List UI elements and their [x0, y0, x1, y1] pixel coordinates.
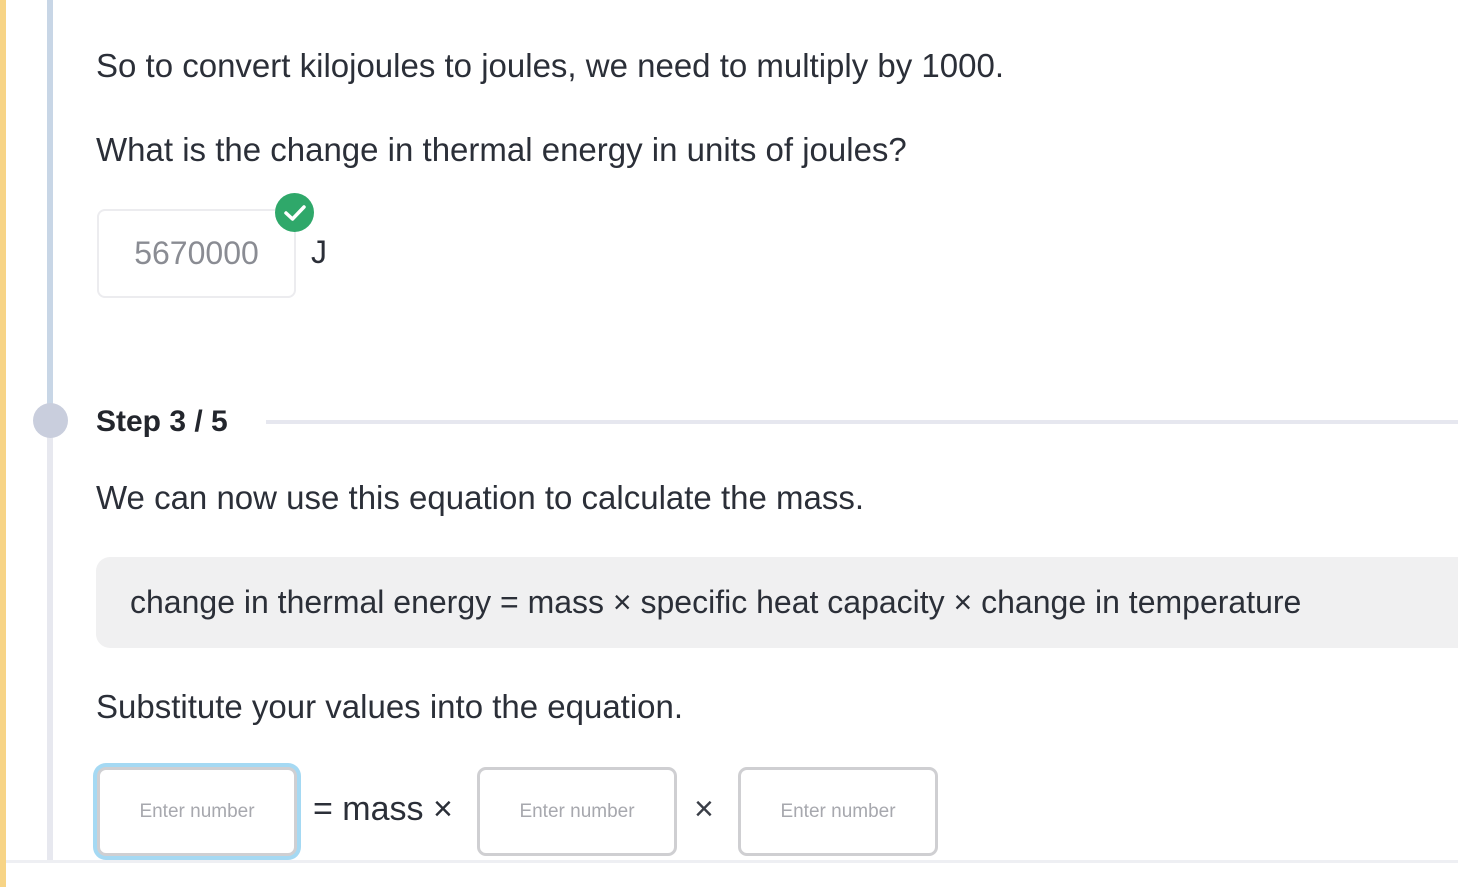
timeline-completed-segment [47, 0, 53, 420]
correct-check-icon [275, 193, 314, 232]
step-intro: We can now use this equation to calculat… [96, 479, 864, 516]
temperature-change-input[interactable] [738, 767, 938, 856]
times-icon: × [694, 790, 714, 828]
thermal-energy-input[interactable] [97, 767, 297, 856]
timeline-pending-segment [47, 420, 53, 860]
question-text: What is the change in thermal energy in … [96, 131, 907, 168]
conversion-explanation: So to convert kilojoules to joules, we n… [96, 47, 1005, 84]
step-divider [266, 420, 1458, 424]
equation-box: change in thermal energy = mass × specif… [96, 557, 1458, 648]
answer-field[interactable]: 5670000 [97, 209, 296, 298]
bottom-divider [6, 860, 1458, 863]
equals-mass-times-label: = mass × [313, 790, 453, 828]
step-label: Step 3 / 5 [96, 405, 228, 438]
equation-text: change in thermal energy = mass × specif… [130, 584, 1302, 620]
answer-unit: J [311, 234, 327, 270]
specific-heat-capacity-input[interactable] [477, 767, 677, 856]
left-accent-bar [0, 0, 6, 887]
substitute-instruction: Substitute your values into the equation… [96, 688, 684, 725]
step-marker-dot [33, 403, 68, 438]
answer-value: 5670000 [134, 235, 259, 271]
